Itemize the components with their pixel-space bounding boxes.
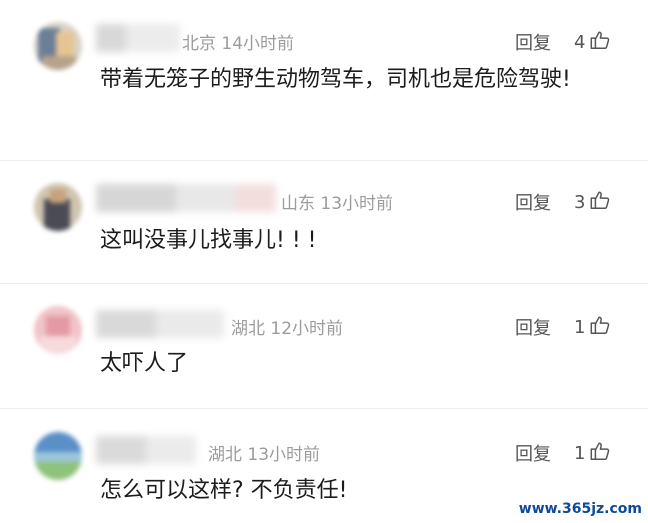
comment-location: 湖北 [231, 319, 265, 339]
divider [0, 160, 648, 161]
like-button[interactable]: 3 [574, 189, 611, 213]
comment-text: 太吓人了 [100, 351, 189, 376]
reply-button[interactable]: 回复 [515, 189, 551, 215]
thumbs-up-icon [585, 191, 611, 213]
thumbs-up-icon [585, 31, 611, 53]
comment-time: 13小时前 [247, 445, 321, 465]
username-blurred [96, 24, 180, 52]
like-button[interactable]: 1 [574, 314, 611, 338]
thumbs-up-icon [585, 442, 611, 464]
avatar[interactable] [34, 432, 82, 480]
comment-meta: 北京 14小时前 [182, 29, 294, 54]
comment-time: 12小时前 [270, 319, 344, 339]
comment-text: 这叫没事儿找事儿! ! ! [100, 228, 317, 253]
comment-location: 湖北 [208, 445, 242, 465]
reply-button[interactable]: 回复 [515, 314, 551, 340]
watermark: www.365jz.com [518, 501, 642, 517]
comment-meta: 山东 13小时前 [281, 189, 393, 214]
comment-text: 带着无笼子的野生动物驾车，司机也是危险驾驶! [100, 67, 571, 92]
avatar[interactable] [34, 306, 82, 354]
thumbs-up-icon [585, 316, 611, 338]
username-blurred [96, 310, 224, 338]
like-button[interactable]: 1 [574, 440, 611, 464]
username-blurred [96, 436, 196, 464]
avatar[interactable] [34, 183, 82, 231]
like-count: 4 [574, 32, 586, 53]
like-count: 1 [574, 443, 586, 464]
reply-button[interactable]: 回复 [515, 29, 551, 55]
like-count: 3 [574, 192, 586, 213]
comment-meta: 湖北 12小时前 [231, 314, 343, 339]
like-count: 1 [574, 317, 586, 338]
comment-location: 北京 [182, 34, 216, 54]
reply-button[interactable]: 回复 [515, 440, 551, 466]
like-button[interactable]: 4 [574, 29, 611, 53]
divider [0, 408, 648, 409]
comment-meta: 湖北 13小时前 [208, 440, 320, 465]
avatar[interactable] [34, 22, 82, 70]
divider [0, 283, 648, 284]
comment-time: 14小时前 [221, 34, 295, 54]
username-blurred [96, 184, 276, 212]
comment-time: 13小时前 [320, 194, 394, 214]
comment-location: 山东 [281, 194, 315, 214]
